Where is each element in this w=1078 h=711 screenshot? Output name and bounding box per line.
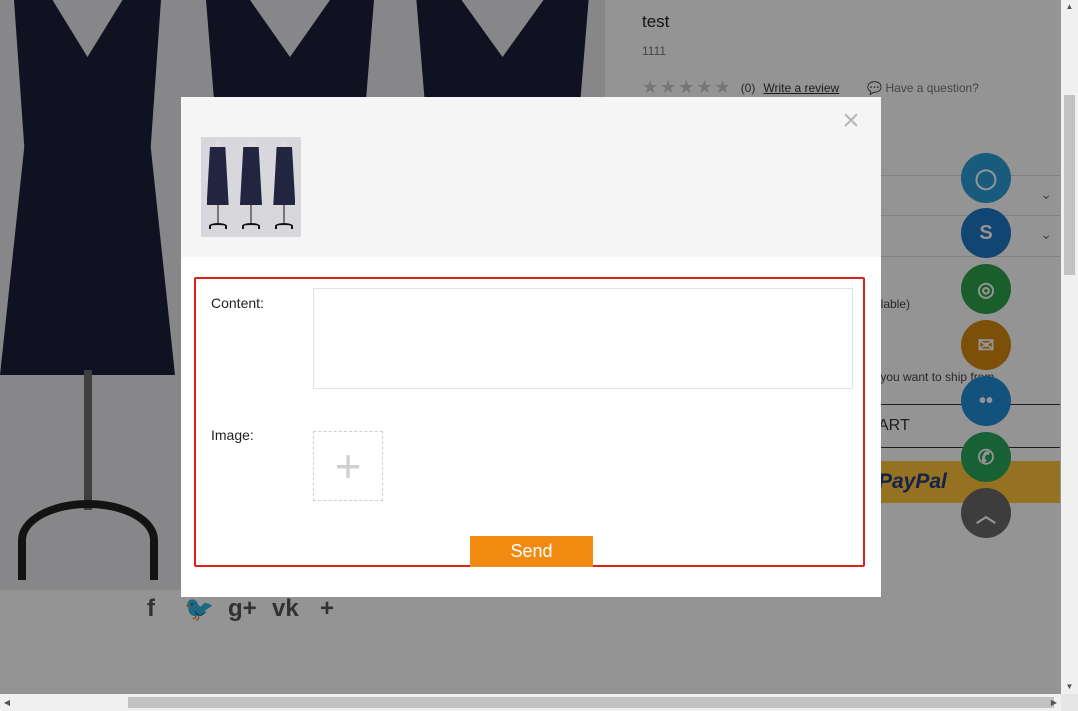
send-button[interactable]: Send (470, 536, 593, 567)
content-label: Content: (211, 295, 264, 311)
scrollbar-corner (1061, 694, 1078, 711)
scroll-up-arrow-icon[interactable]: ▲ (1061, 0, 1078, 14)
product-thumbnail (201, 137, 301, 237)
image-label: Image: (211, 427, 254, 443)
plus-icon: + (334, 440, 362, 492)
scroll-down-arrow-icon[interactable]: ▼ (1061, 680, 1078, 694)
image-upload-button[interactable]: + (313, 431, 383, 501)
modal-header: × (181, 97, 881, 257)
horizontal-scrollbar[interactable]: ◀ ▶ (0, 694, 1061, 711)
horizontal-scroll-thumb[interactable] (128, 697, 1054, 708)
scroll-right-arrow-icon[interactable]: ▶ (1047, 694, 1061, 711)
close-icon[interactable]: × (838, 106, 864, 136)
scroll-left-arrow-icon[interactable]: ◀ (0, 694, 14, 711)
vertical-scroll-thumb[interactable] (1064, 95, 1075, 275)
review-modal: × Content: Image: + Send (181, 97, 881, 597)
content-textarea[interactable] (313, 288, 853, 389)
review-form: Content: Image: + Send (194, 277, 865, 567)
vertical-scrollbar[interactable]: ▲ ▼ (1061, 0, 1078, 694)
